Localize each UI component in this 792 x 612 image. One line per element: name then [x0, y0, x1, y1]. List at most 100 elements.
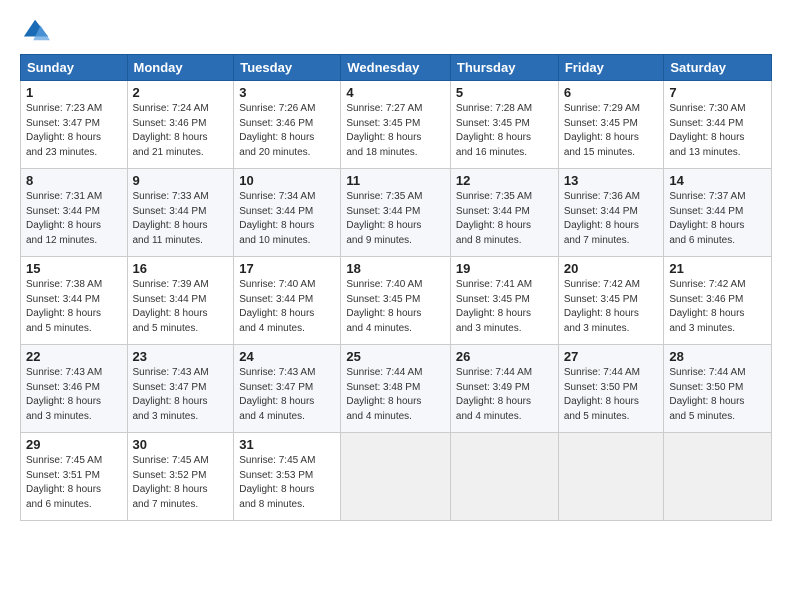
day-info: Sunrise: 7:35 AM Sunset: 3:44 PM Dayligh… [456, 190, 553, 248]
calendar-week-4: 22 Sunrise: 7:43 AM Sunset: 3:46 PM Dayli… [21, 345, 772, 433]
day-number: 14 [669, 173, 766, 188]
day-info: Sunrise: 7:44 AM Sunset: 3:49 PM Dayligh… [456, 366, 553, 424]
day-number: 8 [26, 173, 122, 188]
calendar-cell: 14 Sunrise: 7:37 AM Sunset: 3:44 PM Dayli… [664, 169, 772, 257]
day-info: Sunrise: 7:40 AM Sunset: 3:44 PM Dayligh… [239, 278, 335, 336]
calendar-cell: 10 Sunrise: 7:34 AM Sunset: 3:44 PM Dayli… [234, 169, 341, 257]
header-cell-wednesday: Wednesday [341, 55, 451, 81]
calendar-cell: 29 Sunrise: 7:45 AM Sunset: 3:51 PM Dayli… [21, 433, 128, 521]
calendar-cell: 16Sunrise: 7:39 AM Sunset: 3:44 PM Dayli… [127, 257, 234, 345]
calendar-cell: 2 Sunrise: 7:24 AM Sunset: 3:46 PM Daylig… [127, 81, 234, 169]
day-number: 1 [26, 85, 122, 100]
calendar-cell: 1 Sunrise: 7:23 AM Sunset: 3:47 PM Daylig… [21, 81, 128, 169]
calendar-cell [450, 433, 558, 521]
calendar-cell: 22 Sunrise: 7:43 AM Sunset: 3:46 PM Dayli… [21, 345, 128, 433]
day-number: 4 [346, 85, 445, 100]
day-info: Sunrise: 7:43 AM Sunset: 3:47 PM Dayligh… [239, 366, 335, 424]
calendar-cell: 12 Sunrise: 7:35 AM Sunset: 3:44 PM Dayli… [450, 169, 558, 257]
day-info: Sunrise: 7:42 AM Sunset: 3:46 PM Dayligh… [669, 278, 766, 336]
calendar-cell: 31Sunrise: 7:45 AM Sunset: 3:53 PM Dayli… [234, 433, 341, 521]
calendar-cell: 3Sunrise: 7:26 AM Sunset: 3:46 PM Daylig… [234, 81, 341, 169]
calendar-cell: 28 Sunrise: 7:44 AM Sunset: 3:50 PM Dayli… [664, 345, 772, 433]
day-number: 29 [26, 437, 122, 452]
day-info: Sunrise: 7:44 AM Sunset: 3:50 PM Dayligh… [564, 366, 659, 424]
day-number: 20 [564, 261, 659, 276]
calendar-cell [664, 433, 772, 521]
day-info: Sunrise: 7:28 AM Sunset: 3:45 PM Dayligh… [456, 102, 553, 160]
header-cell-saturday: Saturday [664, 55, 772, 81]
day-info: Sunrise: 7:45 AM Sunset: 3:52 PM Dayligh… [133, 454, 229, 512]
day-info: Sunrise: 7:43 AM Sunset: 3:46 PM Dayligh… [26, 366, 122, 424]
day-number: 23 [133, 349, 229, 364]
day-number: 27 [564, 349, 659, 364]
calendar-cell: 26Sunrise: 7:44 AM Sunset: 3:49 PM Dayli… [450, 345, 558, 433]
calendar-cell: 27 Sunrise: 7:44 AM Sunset: 3:50 PM Dayli… [558, 345, 664, 433]
calendar-cell: 24 Sunrise: 7:43 AM Sunset: 3:47 PM Dayli… [234, 345, 341, 433]
calendar-week-3: 15Sunrise: 7:38 AM Sunset: 3:44 PM Dayli… [21, 257, 772, 345]
day-number: 6 [564, 85, 659, 100]
calendar-week-5: 29 Sunrise: 7:45 AM Sunset: 3:51 PM Dayli… [21, 433, 772, 521]
day-number: 3 [239, 85, 335, 100]
day-info: Sunrise: 7:39 AM Sunset: 3:44 PM Dayligh… [133, 278, 229, 336]
day-info: Sunrise: 7:31 AM Sunset: 3:44 PM Dayligh… [26, 190, 122, 248]
day-number: 19 [456, 261, 553, 276]
calendar-cell: 30Sunrise: 7:45 AM Sunset: 3:52 PM Dayli… [127, 433, 234, 521]
day-number: 24 [239, 349, 335, 364]
calendar-cell [558, 433, 664, 521]
calendar-cell [341, 433, 451, 521]
day-info: Sunrise: 7:34 AM Sunset: 3:44 PM Dayligh… [239, 190, 335, 248]
day-info: Sunrise: 7:45 AM Sunset: 3:51 PM Dayligh… [26, 454, 122, 512]
day-info: Sunrise: 7:44 AM Sunset: 3:48 PM Dayligh… [346, 366, 445, 424]
calendar-cell: 25Sunrise: 7:44 AM Sunset: 3:48 PM Dayli… [341, 345, 451, 433]
header-cell-thursday: Thursday [450, 55, 558, 81]
day-number: 18 [346, 261, 445, 276]
calendar-cell: 13 Sunrise: 7:36 AM Sunset: 3:44 PM Dayli… [558, 169, 664, 257]
calendar-cell: 19 Sunrise: 7:41 AM Sunset: 3:45 PM Dayli… [450, 257, 558, 345]
calendar-cell: 17 Sunrise: 7:40 AM Sunset: 3:44 PM Dayli… [234, 257, 341, 345]
header-cell-tuesday: Tuesday [234, 55, 341, 81]
calendar-cell: 23 Sunrise: 7:43 AM Sunset: 3:47 PM Dayli… [127, 345, 234, 433]
day-number: 13 [564, 173, 659, 188]
calendar-header: SundayMondayTuesdayWednesdayThursdayFrid… [21, 55, 772, 81]
day-info: Sunrise: 7:36 AM Sunset: 3:44 PM Dayligh… [564, 190, 659, 248]
day-number: 28 [669, 349, 766, 364]
calendar-cell: 6 Sunrise: 7:29 AM Sunset: 3:45 PM Daylig… [558, 81, 664, 169]
day-info: Sunrise: 7:33 AM Sunset: 3:44 PM Dayligh… [133, 190, 229, 248]
day-number: 12 [456, 173, 553, 188]
day-number: 21 [669, 261, 766, 276]
calendar-cell: 4 Sunrise: 7:27 AM Sunset: 3:45 PM Daylig… [341, 81, 451, 169]
day-info: Sunrise: 7:29 AM Sunset: 3:45 PM Dayligh… [564, 102, 659, 160]
header-cell-sunday: Sunday [21, 55, 128, 81]
header-cell-monday: Monday [127, 55, 234, 81]
day-number: 17 [239, 261, 335, 276]
day-info: Sunrise: 7:30 AM Sunset: 3:44 PM Dayligh… [669, 102, 766, 160]
calendar-body: 1 Sunrise: 7:23 AM Sunset: 3:47 PM Daylig… [21, 81, 772, 521]
calendar-cell: 9 Sunrise: 7:33 AM Sunset: 3:44 PM Daylig… [127, 169, 234, 257]
calendar-cell: 15Sunrise: 7:38 AM Sunset: 3:44 PM Dayli… [21, 257, 128, 345]
day-number: 7 [669, 85, 766, 100]
page-header [20, 16, 772, 44]
day-info: Sunrise: 7:27 AM Sunset: 3:45 PM Dayligh… [346, 102, 445, 160]
day-number: 9 [133, 173, 229, 188]
day-number: 10 [239, 173, 335, 188]
calendar-cell: 8 Sunrise: 7:31 AM Sunset: 3:44 PM Daylig… [21, 169, 128, 257]
page-container: SundayMondayTuesdayWednesdayThursdayFrid… [0, 0, 792, 531]
header-row: SundayMondayTuesdayWednesdayThursdayFrid… [21, 55, 772, 81]
day-info: Sunrise: 7:35 AM Sunset: 3:44 PM Dayligh… [346, 190, 445, 248]
day-info: Sunrise: 7:43 AM Sunset: 3:47 PM Dayligh… [133, 366, 229, 424]
day-info: Sunrise: 7:41 AM Sunset: 3:45 PM Dayligh… [456, 278, 553, 336]
day-info: Sunrise: 7:38 AM Sunset: 3:44 PM Dayligh… [26, 278, 122, 336]
day-number: 22 [26, 349, 122, 364]
day-info: Sunrise: 7:40 AM Sunset: 3:45 PM Dayligh… [346, 278, 445, 336]
day-info: Sunrise: 7:42 AM Sunset: 3:45 PM Dayligh… [564, 278, 659, 336]
header-cell-friday: Friday [558, 55, 664, 81]
calendar-cell: 21 Sunrise: 7:42 AM Sunset: 3:46 PM Dayli… [664, 257, 772, 345]
day-number: 31 [239, 437, 335, 452]
day-info: Sunrise: 7:37 AM Sunset: 3:44 PM Dayligh… [669, 190, 766, 248]
calendar-cell: 7 Sunrise: 7:30 AM Sunset: 3:44 PM Daylig… [664, 81, 772, 169]
day-info: Sunrise: 7:23 AM Sunset: 3:47 PM Dayligh… [26, 102, 122, 160]
day-info: Sunrise: 7:24 AM Sunset: 3:46 PM Dayligh… [133, 102, 229, 160]
day-number: 2 [133, 85, 229, 100]
logo-icon [22, 16, 50, 44]
day-info: Sunrise: 7:44 AM Sunset: 3:50 PM Dayligh… [669, 366, 766, 424]
